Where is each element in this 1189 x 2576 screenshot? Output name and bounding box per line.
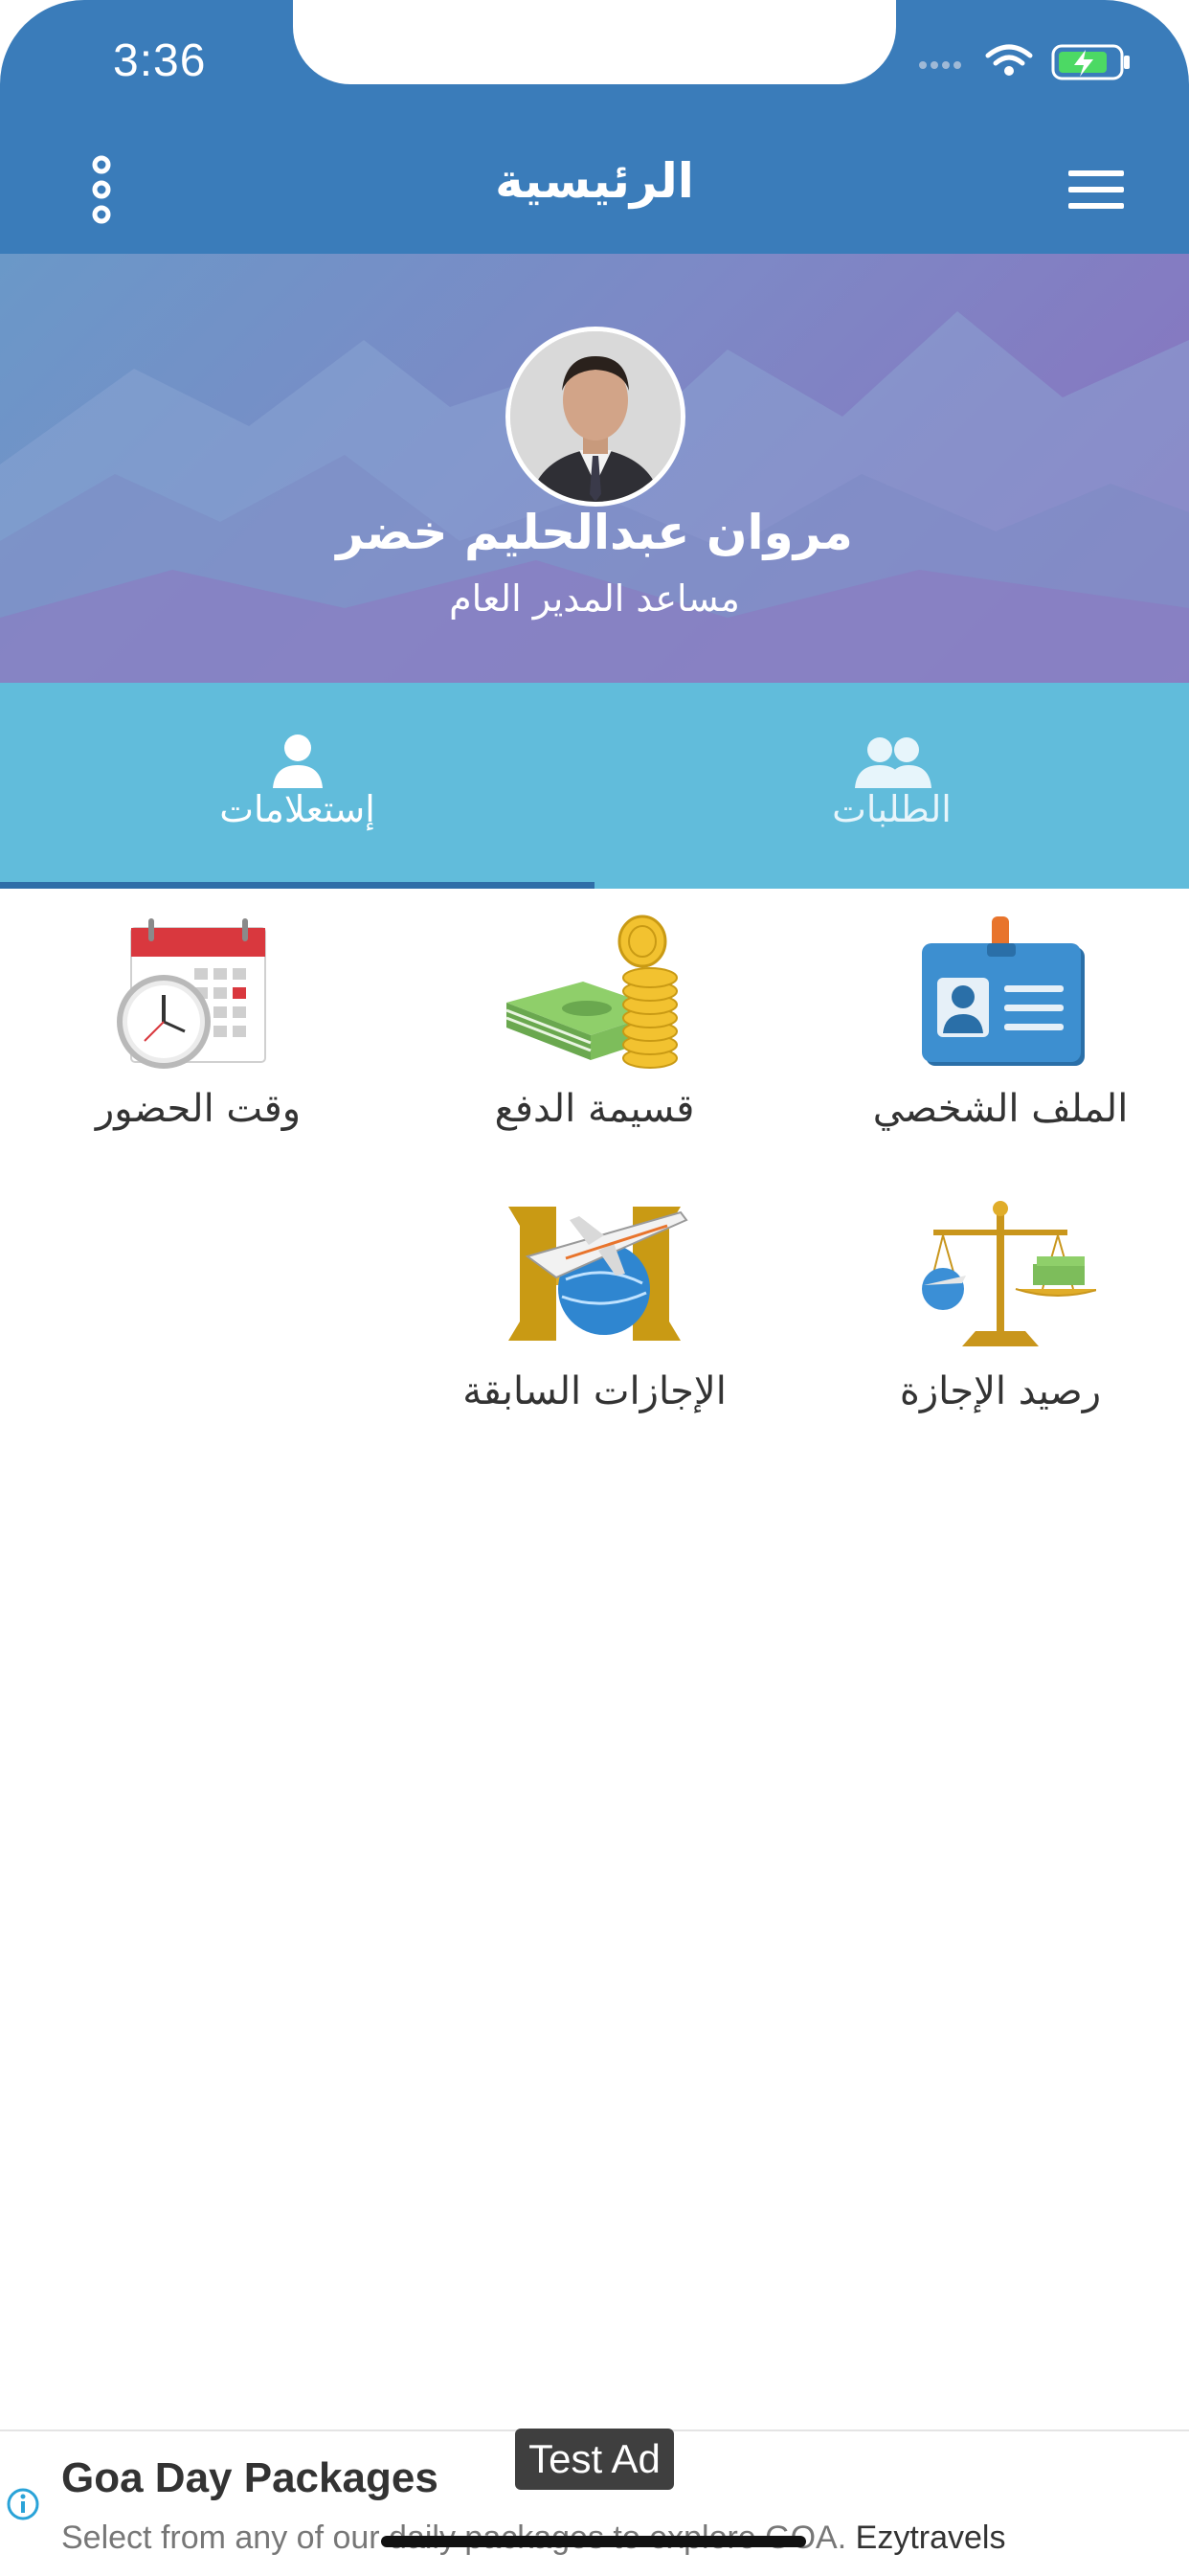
home-indicator (381, 2536, 806, 2547)
more-options-icon[interactable] (82, 153, 121, 230)
status-icons (919, 44, 1130, 80)
wifi-icon (985, 44, 1033, 66)
profile-name: مروان عبدالحليم خضر (336, 505, 853, 560)
avatar[interactable] (505, 327, 685, 507)
battery-icon (1051, 44, 1130, 80)
tile-payslip[interactable]: قسيمة الدفع (396, 915, 793, 1173)
app-header: 3:36 الرئيسية (0, 0, 1189, 254)
device-notch (293, 0, 896, 84)
person-icon (273, 734, 323, 788)
test-ad-badge: Test Ad (515, 2429, 674, 2490)
tile-previous-leaves-label: الإجازات السابقة (462, 1369, 727, 1413)
user-photo-icon (510, 331, 681, 502)
tile-attendance-label: وقت الحضور (95, 1087, 302, 1131)
tile-leave-balance-label: رصيد الإجازة (899, 1369, 1102, 1413)
tile-attendance[interactable]: وقت الحضور (0, 915, 396, 1173)
tab-requests-label: الطلبات (832, 788, 952, 830)
balance-scale-icon (922, 1201, 1096, 1346)
tile-payslip-label: قسيمة الدفع (494, 1087, 695, 1131)
tile-profile[interactable]: الملف الشخصي (802, 915, 1189, 1173)
menu-icon[interactable] (1068, 169, 1128, 213)
tab-inquiries[interactable]: إستعلامات (0, 683, 594, 889)
tab-inquiries-label: إستعلامات (219, 788, 375, 830)
tile-profile-label: الملف الشخصي (872, 1087, 1129, 1131)
profile-header: مروان عبدالحليم خضر مساعد المدير العام (0, 254, 1189, 683)
page-title: الرئيسية (495, 153, 694, 209)
ad-brand: Ezytravels (855, 2520, 1006, 2556)
signal-icon (919, 61, 961, 69)
ad-title: Goa Day Packages (61, 2454, 438, 2501)
status-time: 3:36 (113, 35, 207, 86)
people-icon (855, 737, 931, 788)
tab-bar: إستعلامات الطلبات (0, 683, 1189, 889)
info-icon[interactable] (6, 2487, 40, 2521)
tile-previous-leaves[interactable]: الإجازات السابقة (396, 1197, 793, 1456)
tile-leave-balance[interactable]: رصيد الإجازة (802, 1197, 1189, 1456)
profile-role: مساعد المدير العام (449, 577, 740, 620)
id-card-icon (922, 916, 1085, 1066)
tab-selected-indicator (0, 882, 594, 889)
calendar-clock-icon (117, 918, 266, 1069)
money-coins-icon (505, 915, 678, 1069)
tab-requests[interactable]: الطلبات (594, 683, 1189, 889)
travel-h-icon (508, 1207, 688, 1341)
